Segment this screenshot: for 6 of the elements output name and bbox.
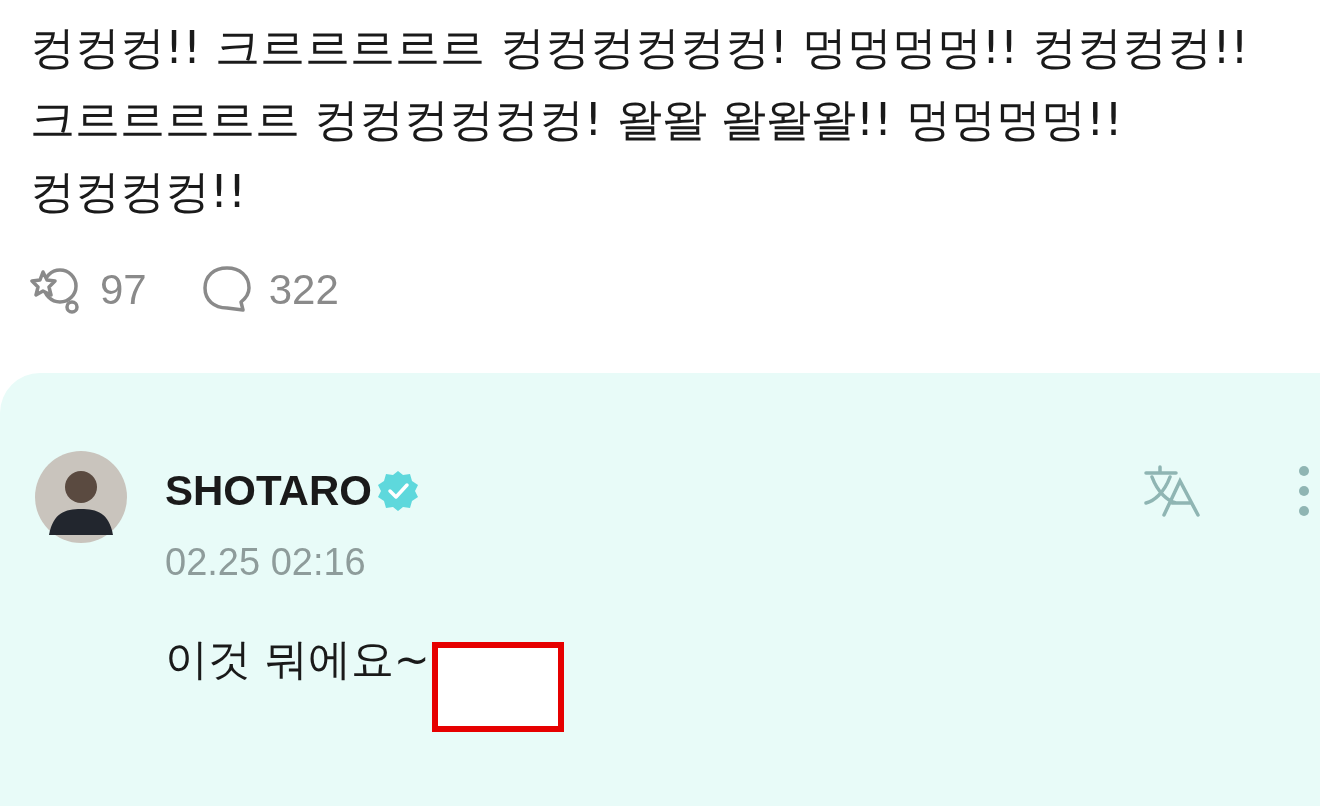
reaction-count: 97 (100, 265, 147, 315)
comment-text: 이것 뭐에요~ (165, 633, 430, 686)
post-text: 컹컹컹!! 크르르르르르 컹컹컹컹컹컹! 멍멍멍멍!! 컹컹컹컹!! 크르르르르르 컹컹컹컹컹컹! 왈왈 왈왈왈!! 멍멍멍멍!! 컹컹컹컹!! (29, 20, 1250, 220)
author-name: SHOTARO (165, 466, 372, 516)
comment-time: 02.25 02:16 (165, 540, 367, 585)
comment-count: 322 (268, 265, 339, 315)
